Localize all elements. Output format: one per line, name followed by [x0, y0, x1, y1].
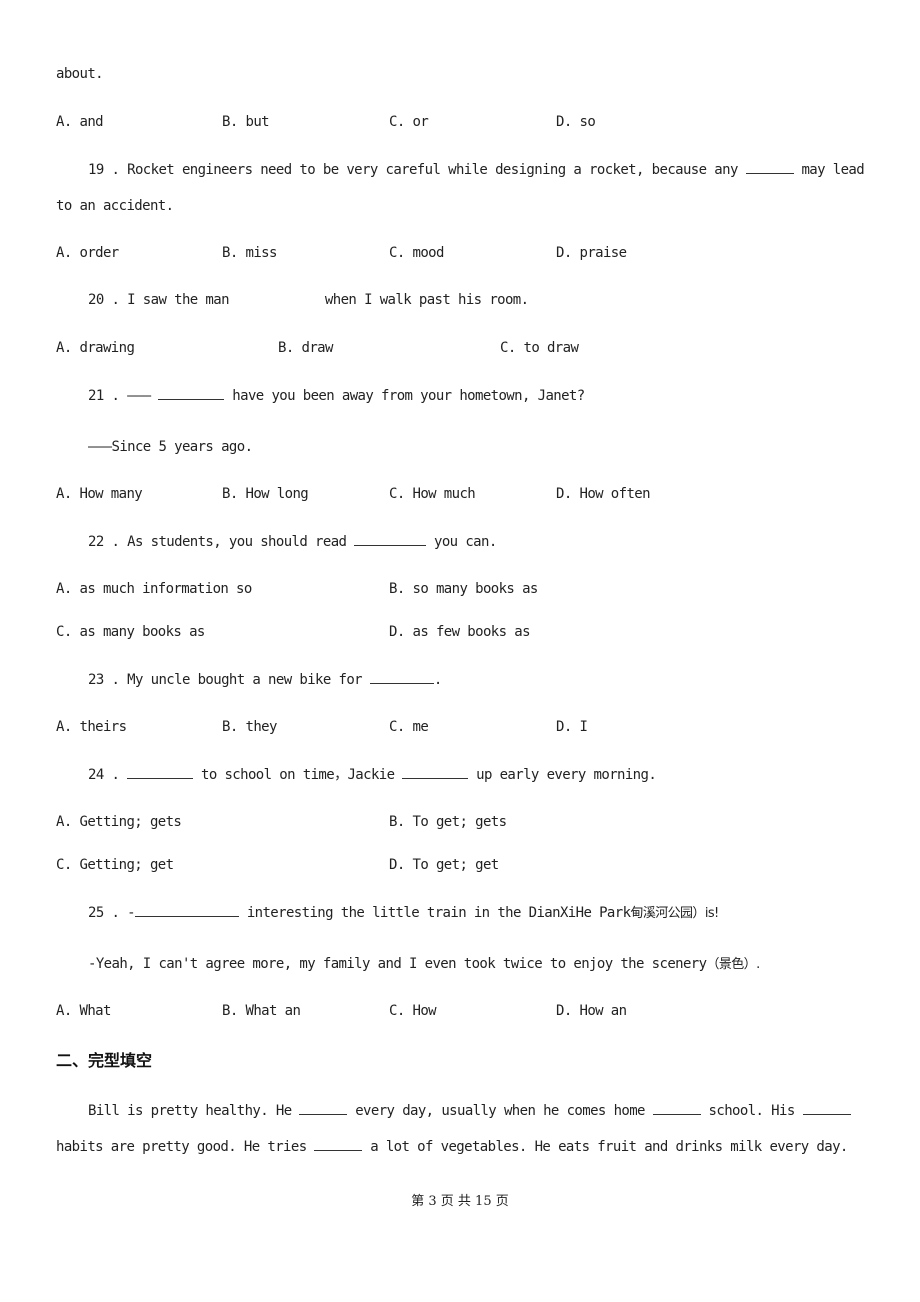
- option-c[interactable]: C. as many books as: [56, 622, 205, 642]
- answer-blank: [158, 385, 225, 400]
- question-24: 24 . to school on time，Jackie up early e…: [88, 764, 657, 785]
- question-text: 21 . ———: [88, 388, 159, 404]
- document-page: about. A. and B. but C. or D. so 19 . Ro…: [0, 0, 920, 1302]
- question-text: may lead: [793, 162, 865, 178]
- answer-blank: [354, 531, 427, 546]
- question-text: have you been away from your hometown, J…: [224, 388, 585, 404]
- answer-blank: [745, 159, 794, 174]
- q19-options: A. order B. miss C. mood D. praise: [56, 243, 876, 263]
- question-text: interesting the little train in the Dian…: [238, 905, 631, 921]
- option-b[interactable]: B. draw: [278, 338, 333, 358]
- option-b[interactable]: B. but: [222, 112, 270, 132]
- option-b[interactable]: B. they: [222, 717, 277, 737]
- question-19: 19 . Rocket engineers need to be very ca…: [88, 159, 865, 180]
- question-text: 19 . Rocket engineers need to be very ca…: [88, 162, 746, 178]
- option-b[interactable]: B. To get; gets: [389, 812, 507, 832]
- option-c[interactable]: C. to draw: [500, 338, 579, 358]
- option-a[interactable]: A. and: [56, 112, 104, 132]
- paragraph-text: a lot of vegetables. He eats fruit and d…: [362, 1139, 848, 1155]
- option-a[interactable]: A. Getting; gets: [56, 812, 182, 832]
- option-d[interactable]: D. so: [556, 112, 596, 132]
- answer-blank: [134, 902, 239, 917]
- reply-text: -Yeah, I can't agree more, my family and…: [88, 956, 707, 972]
- option-a[interactable]: A. as much information so: [56, 579, 252, 599]
- question-text: up early every morning.: [468, 767, 657, 783]
- question-23: 23 . My uncle bought a new bike for .: [88, 669, 442, 690]
- paragraph-text: habits are pretty good. He tries: [56, 1139, 315, 1155]
- cloze-paragraph-line2: habits are pretty good. He tries a lot o…: [56, 1136, 848, 1157]
- question-22: 22 . As students, you should read you ca…: [88, 531, 497, 552]
- option-d[interactable]: D. praise: [556, 243, 627, 263]
- q20-options: A. drawing B. draw C. to draw: [56, 338, 876, 358]
- paragraph-text: school. His: [700, 1103, 803, 1119]
- option-c[interactable]: C. or: [389, 112, 429, 132]
- question-20: 20 . I saw the man when I walk past his r…: [88, 290, 529, 310]
- q21-options: A. How many B. How long C. How much D. H…: [56, 484, 876, 504]
- question-text: 22 . As students, you should read: [88, 534, 355, 550]
- option-d[interactable]: D. How often: [556, 484, 651, 504]
- option-d[interactable]: D. To get; get: [389, 855, 499, 875]
- question-text: to school on time，Jackie: [193, 767, 403, 783]
- question-25-reply: -Yeah, I can't agree more, my family and…: [88, 954, 760, 975]
- q22-options-row1: A. as much information so B. so many boo…: [56, 579, 876, 599]
- q24-options-row2: C. Getting; get D. To get; get: [56, 855, 876, 875]
- question-21-reply: ———Since 5 years ago.: [88, 439, 253, 455]
- answer-blank: [802, 1100, 851, 1115]
- question-text: .: [433, 672, 442, 688]
- page-footer: 第 3 页 共 15 页: [411, 1194, 509, 1209]
- q24-options-row1: A. Getting; gets B. To get; gets: [56, 812, 876, 832]
- option-c[interactable]: C. How much: [389, 484, 476, 504]
- q18-options: A. and B. but C. or D. so: [56, 112, 876, 132]
- option-a[interactable]: A. drawing: [56, 338, 135, 358]
- paragraph-text: Bill is pretty healthy. He: [88, 1103, 300, 1119]
- question-text: you can.: [426, 534, 497, 550]
- option-c[interactable]: C. mood: [389, 243, 444, 263]
- question-text: 25 . -: [88, 905, 136, 921]
- question-text: 20 . I saw the man: [88, 292, 230, 308]
- option-b[interactable]: B. miss: [222, 243, 277, 263]
- reply-text-cn: （景色）.: [706, 957, 760, 972]
- section-heading: 二、完型填空: [56, 1051, 153, 1070]
- question-text-cn: 甸溪河公园）is!: [630, 906, 719, 921]
- question-21: 21 . ——— have you been away from your ho…: [88, 385, 585, 406]
- option-a[interactable]: A. theirs: [56, 717, 127, 737]
- option-c[interactable]: C. How: [389, 1001, 437, 1021]
- cloze-paragraph-line1: Bill is pretty healthy. He every day, us…: [88, 1100, 851, 1121]
- option-b[interactable]: B. How long: [222, 484, 309, 504]
- q25-options: A. What B. What an C. How D. How an: [56, 1001, 876, 1021]
- answer-blank: [314, 1136, 363, 1151]
- answer-blank: [299, 1100, 348, 1115]
- q22-options-row2: C. as many books as D. as few books as: [56, 622, 876, 642]
- answer-blank: [369, 669, 434, 684]
- option-a[interactable]: A. How many: [56, 484, 143, 504]
- option-a[interactable]: A. What: [56, 1001, 111, 1021]
- q18-tail: about.: [56, 66, 104, 82]
- question-text: when I walk past his room.: [324, 292, 529, 308]
- question-text: 23 . My uncle bought a new bike for: [88, 672, 370, 688]
- question-text: 24 .: [88, 767, 128, 783]
- answer-blank: [652, 1100, 701, 1115]
- option-d[interactable]: D. as few books as: [389, 622, 531, 642]
- question-25: 25 . - interesting the little train in t…: [88, 902, 719, 924]
- option-c[interactable]: C. Getting; get: [56, 855, 174, 875]
- answer-blank: [402, 764, 469, 779]
- answer-blank: [127, 764, 194, 779]
- option-a[interactable]: A. order: [56, 243, 119, 263]
- option-b[interactable]: B. so many books as: [389, 579, 538, 599]
- option-d[interactable]: D. How an: [556, 1001, 627, 1021]
- q23-options: A. theirs B. they C. me D. I: [56, 717, 876, 737]
- option-c[interactable]: C. me: [389, 717, 429, 737]
- option-b[interactable]: B. What an: [222, 1001, 301, 1021]
- paragraph-text: every day, usually when he comes home: [347, 1103, 653, 1119]
- option-d[interactable]: D. I: [556, 717, 588, 737]
- question-19-line2: to an accident.: [56, 198, 174, 214]
